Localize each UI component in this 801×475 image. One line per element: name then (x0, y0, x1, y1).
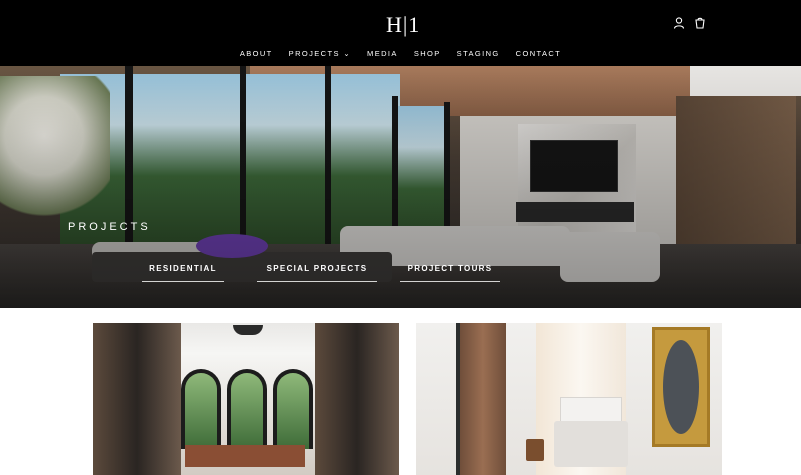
thumb2-artwork (652, 327, 710, 447)
thumb1-arch-window (227, 369, 267, 449)
nav-staging[interactable]: STAGING (449, 46, 508, 62)
project-thumbnail-1[interactable] (93, 323, 399, 475)
thumb1-door-left (93, 323, 181, 475)
thumb1-door-right (315, 323, 399, 475)
nav-projects[interactable]: PROJECTS ⌄ (281, 46, 359, 62)
site-logo[interactable]: H|1 (386, 12, 419, 38)
site-header: H|1 ABOUT PROJECTS ⌄ MEDIA SHOP STAGING … (0, 0, 801, 66)
project-thumbnail-2[interactable] (416, 323, 722, 475)
main-nav: ABOUT PROJECTS ⌄ MEDIA SHOP STAGING CONT… (0, 46, 801, 62)
thumb1-bench (185, 445, 305, 467)
link-residential[interactable]: RESIDENTIAL (142, 264, 224, 282)
thumb2-bed (554, 421, 628, 467)
hero-title: PROJECTS (68, 221, 151, 233)
thumb2-door (460, 323, 506, 475)
thumb1-arch-window (181, 369, 221, 449)
nav-media[interactable]: MEDIA (359, 46, 406, 62)
nav-about[interactable]: ABOUT (232, 46, 281, 62)
thumb1-ceiling-lamp (233, 325, 263, 335)
account-icon[interactable] (672, 16, 686, 30)
nav-shop[interactable]: SHOP (406, 46, 449, 62)
cart-icon[interactable] (693, 16, 707, 30)
hero-banner: PROJECTS RESIDENTIAL SPECIAL PROJECTS PR… (0, 66, 801, 308)
link-project-tours[interactable]: PROJECT TOURS (400, 264, 500, 282)
link-special-projects[interactable]: SPECIAL PROJECTS (257, 264, 377, 282)
thumb2-side-table (526, 439, 544, 461)
thumb1-arch-window (273, 369, 313, 449)
nav-contact[interactable]: CONTACT (508, 46, 570, 62)
